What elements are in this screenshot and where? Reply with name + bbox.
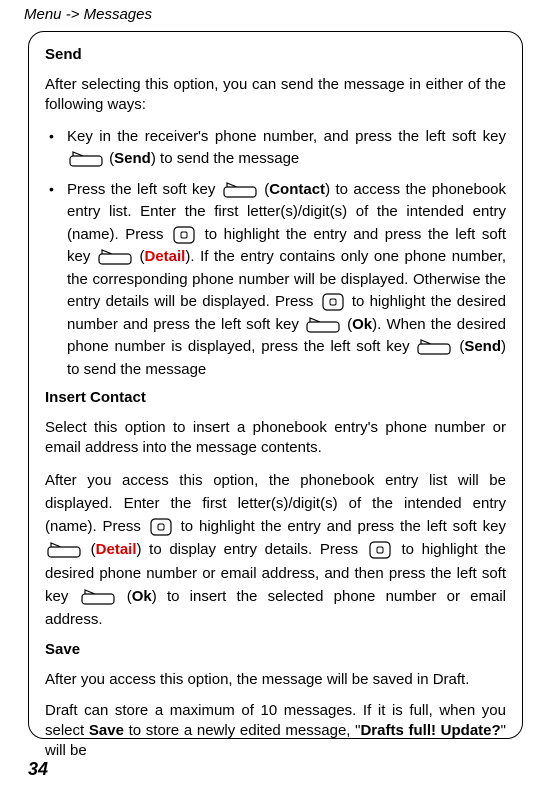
insert-p2: After you access this option, the phoneb… xyxy=(45,469,506,632)
nav-key-icon xyxy=(172,225,196,245)
text: ) to display entry details. Press xyxy=(137,541,366,558)
left-soft-key-icon xyxy=(69,151,103,167)
send-bullets: Key in the receiver's phone number, and … xyxy=(45,126,506,382)
drafts-full-msg: Drafts full! Update? xyxy=(360,722,500,739)
left-soft-key-icon xyxy=(98,249,132,265)
text: ( xyxy=(83,541,96,558)
ok-label: Ok xyxy=(132,588,152,605)
send-label: Send xyxy=(114,150,151,167)
text: ( xyxy=(342,316,352,333)
text: ( xyxy=(134,248,145,265)
insert-p1: Select this option to insert a phonebook… xyxy=(45,418,506,459)
bullet-item-1: Key in the receiver's phone number, and … xyxy=(45,126,506,171)
left-soft-key-icon xyxy=(306,317,340,333)
text: to store a newly edited message, " xyxy=(124,722,361,739)
text: Key in the receiver's phone number, and … xyxy=(67,128,506,145)
text: Press the left soft key xyxy=(67,181,221,198)
text: ( xyxy=(259,181,269,198)
contact-label: Contact xyxy=(269,181,325,198)
text: ( xyxy=(453,338,464,355)
send-label: Send xyxy=(464,338,501,355)
content-frame: Send After selecting this option, you ca… xyxy=(28,31,523,739)
nav-key-icon xyxy=(149,517,173,537)
detail-label: Detail xyxy=(145,248,186,265)
text: to highlight the entry and press the lef… xyxy=(175,518,506,535)
breadcrumb: Menu -> Messages xyxy=(24,6,523,23)
left-soft-key-icon xyxy=(223,182,257,198)
text: ) to send the message xyxy=(151,150,299,167)
section-title-insert: Insert Contact xyxy=(45,389,506,406)
section-title-save: Save xyxy=(45,641,506,658)
send-intro: After selecting this option, you can sen… xyxy=(45,75,506,116)
left-soft-key-icon xyxy=(81,589,115,605)
manual-page: Menu -> Messages Send After selecting th… xyxy=(0,0,545,790)
save-p1: After you access this option, the messag… xyxy=(45,670,506,690)
nav-key-icon xyxy=(321,292,345,312)
text: ( xyxy=(117,588,132,605)
bullet-item-2: Press the left soft key (Contact) to acc… xyxy=(45,179,506,382)
section-title-send: Send xyxy=(45,46,506,63)
ok-label: Ok xyxy=(352,316,372,333)
text: ( xyxy=(105,150,114,167)
save-p2: Draft can store a maximum of 10 messages… xyxy=(45,701,506,762)
save-label: Save xyxy=(89,722,124,739)
nav-key-icon xyxy=(368,540,392,560)
left-soft-key-icon xyxy=(47,542,81,558)
left-soft-key-icon xyxy=(417,339,451,355)
page-number: 34 xyxy=(28,759,48,780)
detail-label: Detail xyxy=(96,541,137,558)
